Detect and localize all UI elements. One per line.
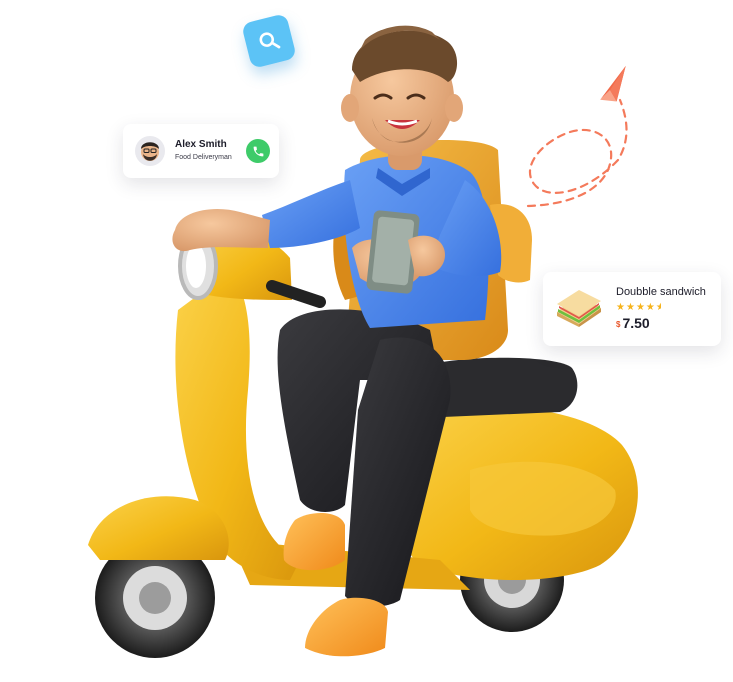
deliveryman-role: Food Deliveryman — [175, 154, 232, 161]
currency-symbol: $ — [616, 320, 621, 329]
star-icon: ★ — [616, 302, 626, 313]
star-icon: ★ — [625, 302, 636, 313]
sandwich-icon — [557, 290, 601, 327]
food-name: Doubble sandwich — [616, 286, 706, 298]
search-icon — [259, 32, 281, 49]
paper-plane-icon — [600, 65, 626, 102]
star-icon: ★ — [645, 302, 656, 313]
star-icon: ★ — [635, 302, 646, 313]
call-button[interactable] — [246, 139, 270, 163]
dashed-flight-path — [526, 98, 628, 208]
deliveryman-contact-card[interactable]: Alex Smith Food Deliveryman — [123, 124, 279, 178]
price-value: 7.50 — [622, 315, 650, 331]
food-price: $7.50 — [616, 315, 650, 331]
delivery-hero: Alex Smith Food Deliveryman Doubble sand… — [0, 0, 733, 682]
deliveryman-name: Alex Smith — [175, 139, 227, 150]
avatar — [135, 136, 165, 166]
rating-stars: ★★★★★ — [616, 302, 661, 313]
phone-icon — [253, 146, 263, 156]
half-star-icon: ★ — [656, 302, 661, 313]
food-item-card[interactable]: Doubble sandwich ★★★★★ $7.50 — [543, 272, 721, 346]
